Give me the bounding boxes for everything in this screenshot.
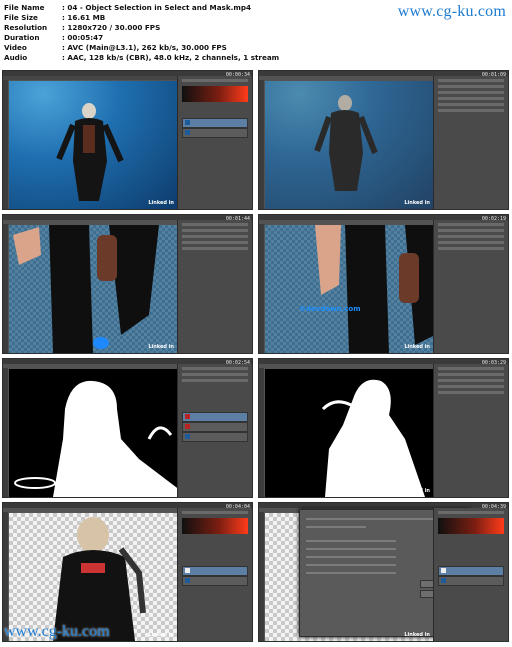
- file-info: File Name : 04 - Object Selection in Sele…: [4, 3, 279, 63]
- document-tab: [3, 76, 190, 80]
- canvas: [9, 369, 179, 497]
- tools-panel: [259, 512, 264, 641]
- canvas: [9, 81, 179, 209]
- info-key: File Name: [4, 3, 45, 12]
- color-picker[interactable]: [182, 518, 248, 534]
- video-frame: Linked in 00:04:04: [2, 502, 253, 642]
- video-frame: Linked in 00:01:44: [2, 214, 253, 354]
- info-row: Duration : 00:05:47: [4, 33, 279, 43]
- timestamp: 00:01:44: [225, 216, 250, 222]
- layer-row[interactable]: [182, 432, 248, 442]
- canvas: [265, 81, 435, 209]
- video-frame: Linked in 00:03:29: [258, 358, 509, 498]
- linkedin-logo: Linked in: [148, 488, 174, 494]
- info-key: Duration: [4, 33, 40, 42]
- info-key: Video: [4, 43, 27, 52]
- linkedin-logo: Linked in: [148, 200, 174, 206]
- layer-row[interactable]: [182, 128, 248, 138]
- properties-panel: [433, 220, 508, 353]
- layer-row[interactable]: [438, 566, 504, 576]
- diver-closeup: [315, 225, 435, 353]
- video-frame: Linked in 00:02:54: [2, 358, 253, 498]
- info-row: Resolution : 1280x720 / 30.000 FPS: [4, 23, 279, 33]
- layer-row[interactable]: [182, 576, 248, 586]
- properties-panel: [433, 76, 508, 209]
- linkedin-logo: Linked in: [404, 344, 430, 350]
- timestamp: 00:01:09: [481, 72, 506, 78]
- tools-panel: [259, 368, 264, 497]
- info-value: : 00:05:47: [62, 33, 104, 42]
- color-picker[interactable]: [438, 518, 504, 534]
- diver-closeup: [13, 225, 159, 353]
- info-value: : 1280x720 / 30.000 FPS: [62, 23, 161, 32]
- linkedin-logo: Linked in: [148, 344, 174, 350]
- diver-image: [314, 95, 378, 191]
- diver-image: [56, 103, 124, 201]
- right-panel: [177, 508, 252, 641]
- timestamp: 00:02:19: [481, 216, 506, 222]
- color-picker[interactable]: [182, 86, 248, 102]
- linkedin-logo: Linked in: [404, 632, 430, 638]
- right-panel: [433, 508, 508, 641]
- info-value: : AAC, 128 kb/s (CBR), 48.0 kHz, 2 chann…: [62, 53, 280, 62]
- linkedin-logo: Linked in: [404, 200, 430, 206]
- layer-row[interactable]: [182, 412, 248, 422]
- tools-panel: [3, 80, 8, 209]
- timestamp: 00:04:04: [225, 504, 250, 510]
- info-value: : 16.61 MB: [62, 13, 106, 22]
- watermark-top: www.cg-ku.com: [397, 3, 506, 20]
- info-key: Resolution: [4, 23, 48, 32]
- layers-panel: [177, 364, 252, 497]
- info-value: : 04 - Object Selection in Select and Ma…: [62, 3, 251, 12]
- video-frame: Linked in 00:00:34: [2, 70, 253, 210]
- right-panel: [177, 76, 252, 209]
- watermark-mid: ©devdown.com: [299, 305, 361, 313]
- layer-row[interactable]: [438, 576, 504, 586]
- properties-panel: [177, 220, 252, 353]
- watermark-bottom: www.cg-ku.com: [4, 623, 110, 640]
- video-frame: Linked in 00:04:39: [258, 502, 509, 642]
- properties-panel: [433, 364, 508, 497]
- layer-row[interactable]: [182, 566, 248, 576]
- canvas: [9, 225, 179, 353]
- timestamp: 00:00:34: [225, 72, 250, 78]
- tools-panel: [3, 224, 8, 353]
- info-row: Audio : AAC, 128 kb/s (CBR), 48.0 kHz, 2 …: [4, 53, 279, 63]
- video-frame: ©devdown.com Linked in 00:02:19: [258, 214, 509, 354]
- info-row: File Size : 16.61 MB: [4, 13, 279, 23]
- info-key: Audio: [4, 53, 28, 62]
- layer-row[interactable]: [182, 422, 248, 432]
- canvas: [265, 369, 435, 497]
- thumbnail-grid: Linked in 00:00:34 Linked in 00:01:09 Li…: [2, 70, 510, 642]
- diver-cutout: [53, 517, 146, 641]
- linkedin-logo: Linked in: [404, 488, 430, 494]
- tools-panel: [3, 512, 8, 641]
- timestamp: 00:04:39: [481, 504, 506, 510]
- canvas: [9, 513, 179, 641]
- canvas: [265, 225, 435, 353]
- selection-mask: [14, 380, 179, 497]
- info-row: Video : AVC (Main@L3.1), 262 kb/s, 30.000…: [4, 43, 279, 53]
- info-row: File Name : 04 - Object Selection in Sele…: [4, 3, 279, 13]
- linkedin-logo: Linked in: [148, 632, 174, 638]
- tools-panel: [3, 368, 8, 497]
- tools-panel: [259, 224, 264, 353]
- info-value: : AVC (Main@L3.1), 262 kb/s, 30.000 FPS: [62, 43, 227, 52]
- selection-mask: [321, 379, 425, 497]
- layer-row[interactable]: [182, 118, 248, 128]
- timestamp: 00:02:54: [225, 360, 250, 366]
- video-frame: Linked in 00:01:09: [258, 70, 509, 210]
- info-key: File Size: [4, 13, 38, 22]
- timestamp: 00:03:29: [481, 360, 506, 366]
- tools-panel: [259, 80, 264, 209]
